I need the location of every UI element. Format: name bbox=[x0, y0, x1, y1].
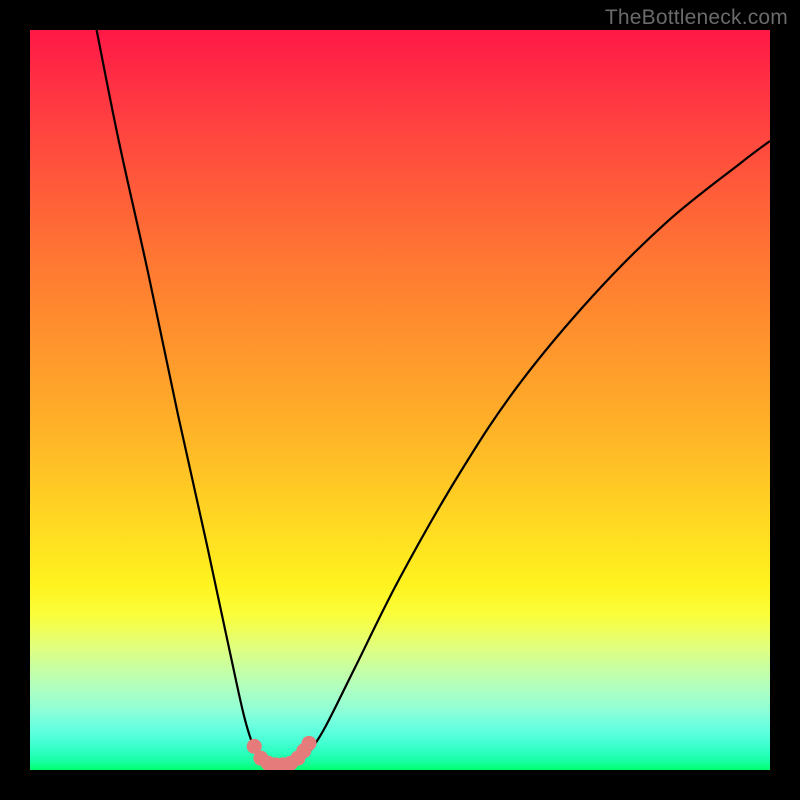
valley-markers bbox=[247, 736, 317, 770]
chart-svg bbox=[30, 30, 770, 770]
valley-marker bbox=[301, 736, 316, 751]
chart-frame: TheBottleneck.com bbox=[0, 0, 800, 800]
curve-left-branch bbox=[97, 30, 264, 763]
chart-plot-area bbox=[30, 30, 770, 770]
watermark-text: TheBottleneck.com bbox=[605, 6, 788, 30]
curve-right-branch bbox=[300, 141, 770, 763]
